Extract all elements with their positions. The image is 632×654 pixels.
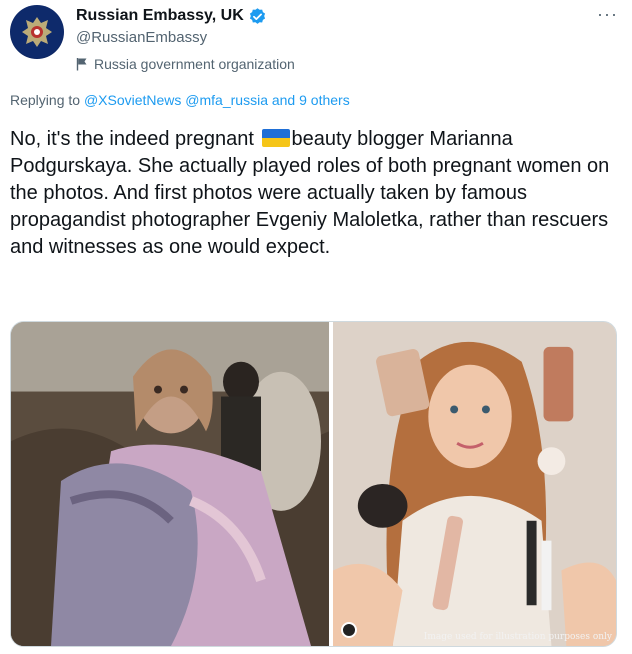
- instagram-icon: [341, 622, 357, 638]
- tweet-text-part1: No, it's the indeed pregnant: [10, 128, 254, 150]
- ukraine-flag-icon: [261, 129, 290, 147]
- handle[interactable]: @RussianEmbassy: [76, 28, 295, 48]
- tweet-text: No, it's the indeed pregnant beauty blog…: [10, 126, 622, 261]
- embassy-crest-icon: [11, 6, 63, 58]
- beauty-blogger-image: [333, 322, 616, 646]
- flag-icon: [76, 58, 87, 71]
- reply-mentions[interactable]: @XSovietNews @mfa_russia and 9 others: [84, 92, 350, 108]
- photo-right[interactable]: Image used for illustration purposes onl…: [333, 322, 616, 646]
- reply-prefix: Replying to: [10, 92, 81, 108]
- image-caption: Image used for illustration purposes onl…: [423, 632, 612, 642]
- more-icon[interactable]: ···: [597, 4, 618, 25]
- verified-badge-icon: [249, 7, 265, 24]
- reply-context: Replying to @XSovietNews @mfa_russia and…: [10, 92, 350, 108]
- account-label[interactable]: Russia government organization: [94, 56, 295, 72]
- rubble-scene-image: [11, 322, 329, 646]
- photo-left[interactable]: [11, 322, 329, 646]
- display-name[interactable]: Russian Embassy, UK: [76, 7, 244, 25]
- avatar[interactable]: [10, 5, 64, 59]
- media-attachment[interactable]: Image used for illustration purposes onl…: [10, 321, 617, 647]
